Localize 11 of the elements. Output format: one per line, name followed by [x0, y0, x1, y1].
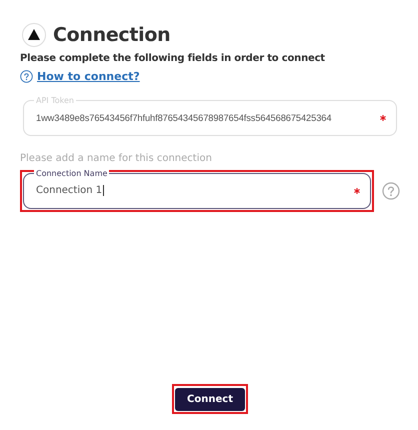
field-value: Connection 1 [36, 185, 106, 197]
name-hint-text: Please add a name for this connection [20, 153, 213, 164]
instructions-text: Please complete the following fields in order to connect [20, 53, 326, 64]
field-value: 1ww3489e8s76543456f7hfuhf87654345678987654fss564568675425364 [36, 113, 332, 123]
how-to-connect-link[interactable]: How to connect? [37, 70, 140, 83]
field-label: Connection Name [34, 169, 110, 179]
logo-icon [22, 23, 46, 47]
help-icon[interactable] [382, 182, 400, 200]
connect-button[interactable]: Connect [175, 388, 245, 411]
help-icon [20, 70, 33, 83]
page-title: Connection [53, 24, 170, 46]
